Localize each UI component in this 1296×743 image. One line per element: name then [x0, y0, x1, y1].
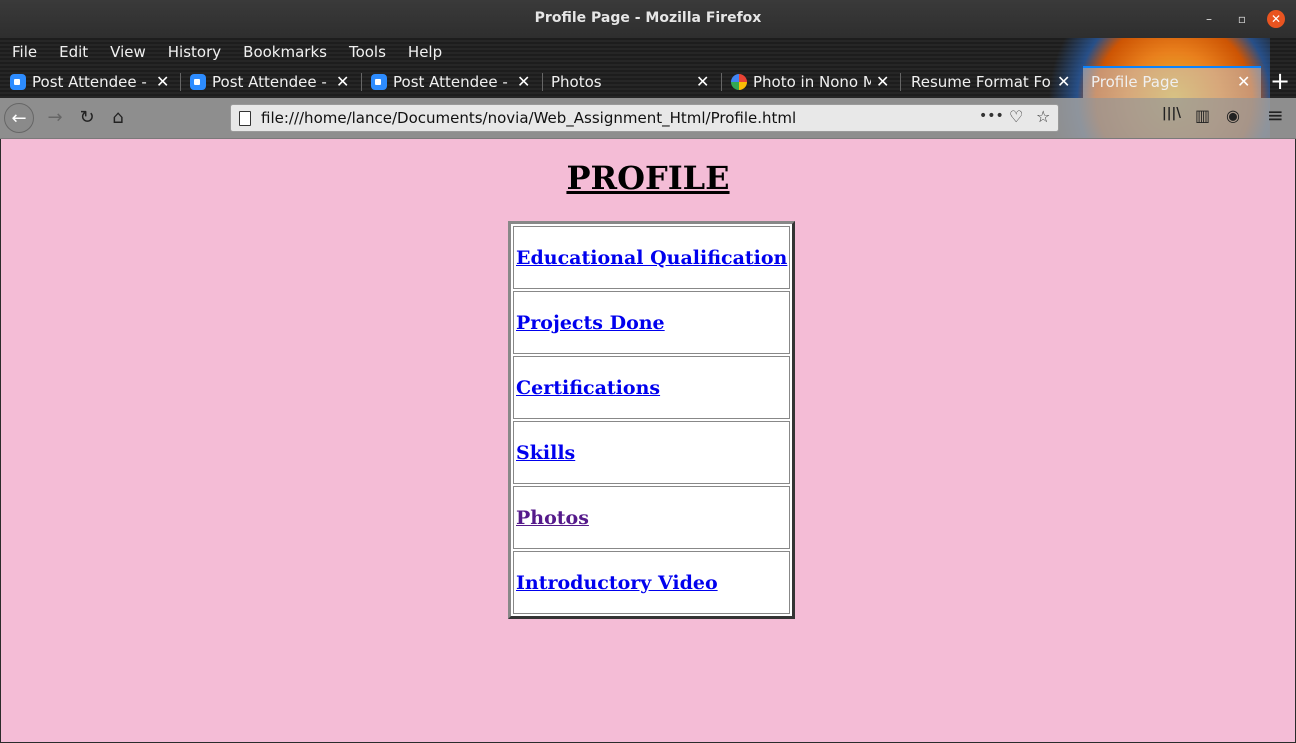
- window-titlebar: Profile Page - Mozilla Firefox – ▫ ✕: [0, 0, 1296, 38]
- close-tab-icon[interactable]: ✕: [156, 66, 169, 98]
- tab-post-attendee-1[interactable]: Post Attendee - Zo ✕: [0, 66, 180, 98]
- tab-strip: Post Attendee - Zo ✕ Post Attendee - Zo …: [0, 66, 1296, 98]
- table-cell: Introductory Video: [513, 551, 791, 614]
- profile-links-table: Educational Qualification Projects Done …: [508, 221, 796, 619]
- maximize-button[interactable]: ▫: [1233, 10, 1251, 28]
- menu-bookmarks[interactable]: Bookmarks: [235, 43, 335, 61]
- table-cell: Photos: [513, 486, 791, 549]
- sidebar-icon[interactable]: ▥: [1195, 106, 1210, 125]
- table-cell: Certifications: [513, 356, 791, 419]
- close-tab-icon[interactable]: ✕: [517, 66, 530, 98]
- close-tab-icon[interactable]: ✕: [696, 66, 709, 98]
- close-tab-icon[interactable]: ✕: [876, 66, 889, 98]
- page-title: PROFILE: [566, 159, 730, 197]
- forward-button[interactable]: →: [40, 103, 70, 133]
- account-icon[interactable]: ◉: [1226, 106, 1240, 125]
- tab-photos[interactable]: Photos ✕: [543, 66, 721, 98]
- menu-file[interactable]: File: [4, 43, 45, 61]
- window-title: Profile Page - Mozilla Firefox: [534, 10, 762, 26]
- table-row: Photos: [513, 486, 791, 549]
- tab-post-attendee-3[interactable]: Post Attendee - Zo ✕: [362, 66, 542, 98]
- close-window-button[interactable]: ✕: [1267, 10, 1285, 28]
- table-row: Skills: [513, 421, 791, 484]
- close-tab-icon[interactable]: ✕: [336, 66, 349, 98]
- tab-label: Resume Format For F: [911, 73, 1051, 91]
- zoom-icon: [371, 74, 387, 90]
- tab-label: Photos: [551, 73, 602, 91]
- new-tab-button[interactable]: +: [1268, 66, 1292, 98]
- tab-profile-page[interactable]: Profile Page ✕: [1083, 66, 1261, 98]
- page-actions-icon[interactable]: •••: [979, 108, 1004, 124]
- tab-label: Photo in Nono Ma: [753, 73, 871, 91]
- tab-label: Post Attendee - Zo: [393, 73, 513, 91]
- zoom-icon: [10, 74, 26, 90]
- table-cell: Educational Qualification: [513, 226, 791, 289]
- table-cell: Projects Done: [513, 291, 791, 354]
- tab-label: Post Attendee - Zo: [212, 73, 332, 91]
- page-content: PROFILE Educational Qualification Projec…: [1, 139, 1295, 742]
- table-row: Certifications: [513, 356, 791, 419]
- tab-resume-format[interactable]: Resume Format For F ✕: [901, 66, 1082, 98]
- menu-help[interactable]: Help: [400, 43, 450, 61]
- google-photos-icon: [731, 74, 747, 90]
- close-tab-icon[interactable]: ✕: [1237, 68, 1250, 98]
- link-introductory-video[interactable]: Introductory Video: [516, 572, 718, 594]
- home-button[interactable]: ⌂: [103, 103, 133, 133]
- close-tab-icon[interactable]: ✕: [1057, 66, 1070, 98]
- tab-post-attendee-2[interactable]: Post Attendee - Zo ✕: [181, 66, 361, 98]
- hamburger-menu-icon[interactable]: ≡: [1267, 103, 1284, 127]
- menu-tools[interactable]: Tools: [341, 43, 394, 61]
- table-row: Projects Done: [513, 291, 791, 354]
- nav-toolbar: ← → ↻ ⌂ file:///home/lance/Documents/nov…: [0, 98, 1296, 139]
- zoom-icon: [190, 74, 206, 90]
- link-certifications[interactable]: Certifications: [516, 377, 660, 399]
- tab-label: Post Attendee - Zo: [32, 73, 152, 91]
- table-cell: Skills: [513, 421, 791, 484]
- library-icon[interactable]: |||\: [1162, 106, 1181, 121]
- url-text[interactable]: file:///home/lance/Documents/novia/Web_A…: [261, 109, 796, 127]
- menu-history[interactable]: History: [160, 43, 229, 61]
- back-button[interactable]: ←: [4, 103, 34, 133]
- tab-label: Profile Page: [1091, 73, 1179, 91]
- page-icon: [239, 111, 251, 126]
- reload-button[interactable]: ↻: [72, 103, 102, 133]
- menu-view[interactable]: View: [102, 43, 154, 61]
- link-skills[interactable]: Skills: [516, 442, 575, 464]
- table-row: Educational Qualification: [513, 226, 791, 289]
- minimize-button[interactable]: –: [1200, 10, 1218, 28]
- link-photos[interactable]: Photos: [516, 507, 589, 529]
- url-bar[interactable]: file:///home/lance/Documents/novia/Web_A…: [230, 104, 1059, 132]
- table-row: Introductory Video: [513, 551, 791, 614]
- bookmark-star-icon[interactable]: ☆: [1036, 107, 1050, 126]
- pocket-icon[interactable]: ♡: [1009, 107, 1023, 126]
- menu-bar: File Edit View History Bookmarks Tools H…: [0, 38, 1296, 66]
- menu-edit[interactable]: Edit: [51, 43, 96, 61]
- tab-photo-in-nono[interactable]: Photo in Nono Ma ✕: [722, 66, 900, 98]
- link-educational-qualification[interactable]: Educational Qualification: [516, 247, 787, 269]
- link-projects-done[interactable]: Projects Done: [516, 312, 665, 334]
